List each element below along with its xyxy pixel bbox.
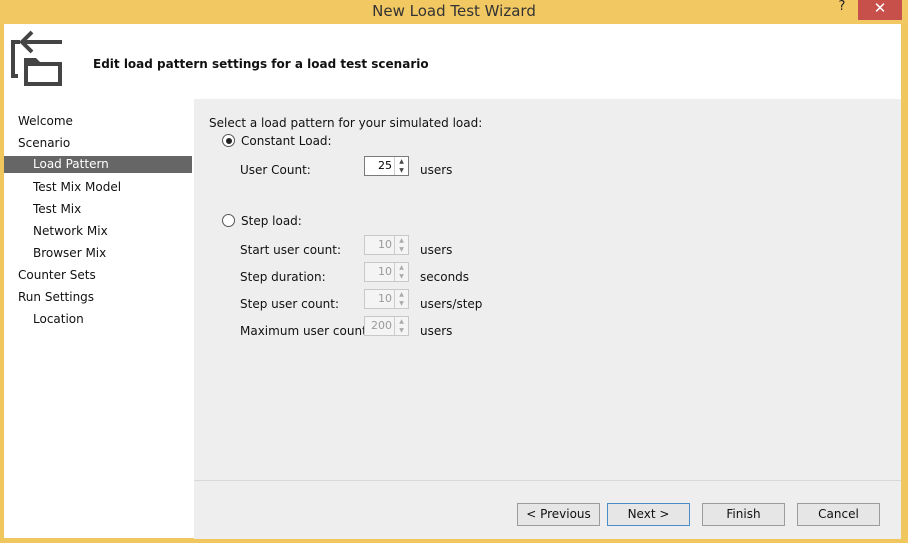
nav-item-test-mix[interactable]: Test Mix [4, 201, 192, 218]
stepper-arrows: ▲ ▼ [394, 317, 408, 335]
nav-item-welcome[interactable]: Welcome [4, 113, 192, 130]
nav-item-counter-sets[interactable]: Counter Sets [4, 267, 192, 284]
start-user-count-label: Start user count: [240, 243, 342, 257]
constant-load-radio[interactable] [222, 134, 235, 147]
step-duration-value[interactable]: 10 [378, 265, 392, 278]
nav-item-test-mix-model[interactable]: Test Mix Model [4, 179, 192, 196]
nav-item-network-mix[interactable]: Network Mix [4, 223, 192, 240]
wizard-window: Edit load pattern settings for a load te… [4, 24, 901, 539]
wizard-folder-icon [10, 28, 66, 89]
step-load-label[interactable]: Step load: [241, 214, 302, 228]
wizard-footer: < Previous Next > Finish Cancel [194, 480, 901, 539]
step-user-count-stepper[interactable]: 10 ▲ ▼ [364, 289, 409, 309]
help-button[interactable]: ? [829, 0, 855, 20]
stepper-down-arrow-icon[interactable]: ▼ [395, 245, 408, 254]
wizard-header: Edit load pattern settings for a load te… [4, 24, 901, 99]
close-button[interactable]: ✕ [858, 0, 902, 20]
maximum-user-count-unit: users [420, 324, 453, 338]
stepper-up-arrow-icon[interactable]: ▲ [395, 157, 408, 166]
load-pattern-panel: Select a load pattern for your simulated… [194, 99, 901, 480]
stepper-up-arrow-icon[interactable]: ▲ [395, 263, 408, 272]
load-pattern-prompt: Select a load pattern for your simulated… [209, 116, 483, 130]
stepper-down-arrow-icon[interactable]: ▼ [395, 326, 408, 335]
step-load-radio[interactable] [222, 214, 235, 227]
finish-button[interactable]: Finish [702, 503, 785, 526]
step-duration-label: Step duration: [240, 270, 326, 284]
stepper-down-arrow-icon[interactable]: ▼ [395, 272, 408, 281]
cancel-button[interactable]: Cancel [797, 503, 880, 526]
user-count-stepper[interactable]: 25 ▲ ▼ [364, 156, 409, 176]
nav-item-browser-mix[interactable]: Browser Mix [4, 245, 192, 262]
stepper-arrows: ▲ ▼ [394, 157, 408, 175]
constant-load-label[interactable]: Constant Load: [241, 134, 332, 148]
nav-item-run-settings[interactable]: Run Settings [4, 289, 192, 306]
step-user-count-label: Step user count: [240, 297, 340, 311]
nav-item-scenario[interactable]: Scenario [4, 135, 192, 152]
step-user-count-unit: users/step [420, 297, 483, 311]
title-bar: New Load Test Wizard ? ✕ [0, 0, 908, 24]
stepper-arrows: ▲ ▼ [394, 236, 408, 254]
start-user-count-unit: users [420, 243, 453, 257]
stepper-up-arrow-icon[interactable]: ▲ [395, 290, 408, 299]
nav-item-location[interactable]: Location [4, 311, 192, 328]
wizard-step-nav: Welcome Scenario Load Pattern Test Mix M… [4, 99, 193, 538]
start-user-count-stepper[interactable]: 10 ▲ ▼ [364, 235, 409, 255]
step-duration-stepper[interactable]: 10 ▲ ▼ [364, 262, 409, 282]
user-count-unit: users [420, 163, 453, 177]
stepper-up-arrow-icon[interactable]: ▲ [395, 236, 408, 245]
radio-selected-dot [225, 137, 232, 144]
nav-item-load-pattern[interactable]: Load Pattern [4, 156, 192, 173]
user-count-label: User Count: [240, 163, 311, 177]
page-title: Edit load pattern settings for a load te… [93, 57, 429, 71]
user-count-value[interactable]: 25 [378, 159, 392, 172]
stepper-up-arrow-icon[interactable]: ▲ [395, 317, 408, 326]
step-user-count-value[interactable]: 10 [378, 292, 392, 305]
maximum-user-count-label: Maximum user count: [240, 324, 371, 338]
stepper-down-arrow-icon[interactable]: ▼ [395, 299, 408, 308]
stepper-down-arrow-icon[interactable]: ▼ [395, 166, 408, 175]
previous-button[interactable]: < Previous [517, 503, 600, 526]
window-title: New Load Test Wizard [372, 2, 536, 20]
start-user-count-value[interactable]: 10 [378, 238, 392, 251]
maximum-user-count-value[interactable]: 200 [371, 319, 392, 332]
maximum-user-count-stepper[interactable]: 200 ▲ ▼ [364, 316, 409, 336]
stepper-arrows: ▲ ▼ [394, 290, 408, 308]
stepper-arrows: ▲ ▼ [394, 263, 408, 281]
step-duration-unit: seconds [420, 270, 470, 284]
next-button[interactable]: Next > [607, 503, 690, 526]
